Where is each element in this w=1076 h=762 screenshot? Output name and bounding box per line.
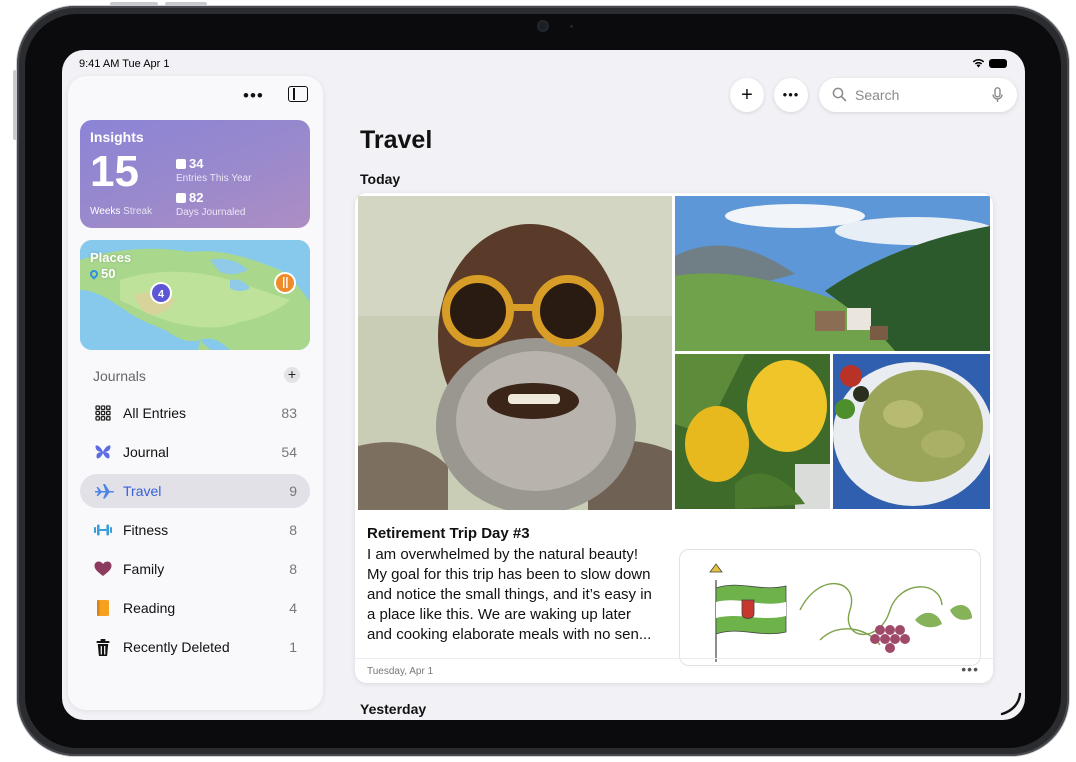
heart-icon — [94, 561, 112, 576]
section-header-yesterday: Yesterday — [360, 701, 427, 717]
status-icons — [972, 58, 1007, 68]
camera-sensor — [570, 25, 573, 28]
sidebar-item-recently-deleted[interactable]: Recently Deleted 1 — [80, 630, 310, 664]
status-time: 9:41 AM Tue Apr 1 — [79, 58, 170, 70]
sidebar-item-count: 1 — [289, 639, 297, 655]
entries-icon — [176, 159, 186, 169]
sidebar-item-count: 4 — [289, 600, 297, 616]
sidebar-item-family[interactable]: Family 8 — [80, 552, 310, 586]
pasta-photo[interactable] — [833, 354, 990, 509]
restaurant-pin[interactable] — [274, 272, 296, 294]
wifi-icon — [972, 59, 985, 68]
days-label: Days Journaled — [176, 207, 246, 218]
front-camera — [537, 20, 549, 32]
days-value: 82 — [189, 190, 204, 205]
sidebar-item-reading[interactable]: Reading 4 — [80, 591, 310, 625]
entries-value: 34 — [189, 156, 204, 171]
sidebar-item-all-entries[interactable]: All Entries 83 — [80, 396, 310, 430]
entry-body-line: and notice the small things, and it’s ea… — [367, 586, 652, 603]
scroll-indicator[interactable] — [1000, 692, 1022, 716]
sidebar-item-label: Travel — [123, 483, 162, 499]
add-entry-button[interactable]: + — [730, 78, 764, 112]
cluster-pin[interactable]: 4 — [150, 282, 172, 304]
journal-entry-card[interactable]: Retirement Trip Day #3 I am overwhelmed … — [355, 193, 993, 683]
airplane-icon — [95, 484, 115, 499]
sidebar-item-count: 83 — [281, 405, 297, 421]
entries-label: Entries This Year — [176, 173, 252, 184]
sidebar-item-journal[interactable]: Journal 54 — [80, 435, 310, 469]
entry-more-button[interactable]: ••• — [961, 661, 979, 677]
mountain-landscape-photo[interactable] — [675, 196, 990, 351]
sidebar: ••• Insights 15 Weeks Streak 34 Entries … — [68, 76, 323, 710]
butterfly-icon — [95, 445, 111, 459]
places-count-value: 50 — [101, 266, 116, 281]
sidebar-item-count: 54 — [281, 444, 297, 460]
places-count: 50 — [88, 266, 116, 281]
insights-card[interactable]: Insights 15 Weeks Streak 34 Entries This… — [80, 120, 310, 228]
entry-footer: Tuesday, Apr 1 ••• — [355, 658, 993, 683]
microphone-icon[interactable] — [992, 87, 1003, 103]
sidebar-item-label: Family — [123, 561, 165, 577]
sidebar-item-count: 9 — [289, 483, 297, 499]
add-journal-button[interactable]: + — [284, 367, 300, 383]
places-title: Places — [90, 250, 132, 265]
entry-body-line: a place like this. We are waking up late… — [367, 606, 632, 623]
entry-title: Retirement Trip Day #3 — [367, 525, 530, 542]
sidebar-item-count: 8 — [289, 561, 297, 577]
sidebar-more-button[interactable]: ••• — [243, 86, 264, 106]
sidebar-item-fitness[interactable]: Fitness 8 — [80, 513, 310, 547]
side-button — [13, 70, 17, 140]
entry-body-line: I am overwhelmed by the natural beauty! — [367, 546, 638, 563]
search-icon — [832, 87, 847, 102]
sidebar-item-label: Recently Deleted — [123, 639, 230, 655]
dumbbell-icon — [94, 524, 112, 536]
streak-label-sub: Streak — [123, 206, 153, 217]
screen: 9:41 AM Tue Apr 1 ••• Insights 15 Weeks … — [62, 50, 1025, 720]
entries-stat: 34 — [176, 156, 203, 171]
search-bar[interactable] — [819, 78, 1017, 112]
top-button-left — [110, 2, 158, 6]
lemons-photo[interactable] — [675, 354, 830, 509]
portrait-photo[interactable] — [358, 196, 672, 510]
insights-title: Insights — [90, 129, 144, 145]
days-stat: 82 — [176, 190, 203, 205]
entry-body-line: My goal for this trip has been to slow d… — [367, 566, 651, 583]
entry-date: Tuesday, Apr 1 — [367, 666, 434, 677]
streak-label-main: Weeks — [90, 206, 121, 217]
journals-header: Journals — [93, 368, 146, 384]
grid-icon — [95, 405, 111, 421]
drawing-sketch[interactable] — [679, 549, 981, 666]
sidebar-item-count: 8 — [289, 522, 297, 538]
cluster-pin-count: 4 — [158, 289, 165, 301]
calendar-icon — [176, 193, 186, 203]
streak-label: Weeks Streak — [90, 206, 152, 217]
trash-icon — [96, 639, 110, 656]
section-header-today: Today — [360, 171, 401, 187]
places-card[interactable]: 4 Places 50 — [80, 240, 310, 350]
sidebar-item-label: Fitness — [123, 522, 169, 538]
search-input[interactable] — [853, 86, 987, 104]
sidebar-item-label: All Entries — [123, 405, 187, 421]
sidebar-item-label: Journal — [123, 444, 169, 460]
sidebar-item-travel[interactable]: Travel 9 — [80, 474, 310, 508]
sidebar-item-label: Reading — [123, 600, 176, 616]
entry-body-line: and cooking elaborate meals with no sen.… — [367, 626, 652, 643]
book-icon — [97, 600, 109, 616]
location-pin-icon — [88, 268, 100, 280]
battery-icon — [989, 58, 1007, 68]
more-button[interactable]: ••• — [774, 78, 808, 112]
page-title: Travel — [360, 126, 433, 154]
streak-value: 15 — [90, 147, 139, 196]
sidebar-toggle-icon[interactable] — [288, 86, 308, 102]
top-button-right — [165, 2, 207, 6]
entry-body: I am overwhelmed by the natural beauty! … — [367, 545, 669, 645]
